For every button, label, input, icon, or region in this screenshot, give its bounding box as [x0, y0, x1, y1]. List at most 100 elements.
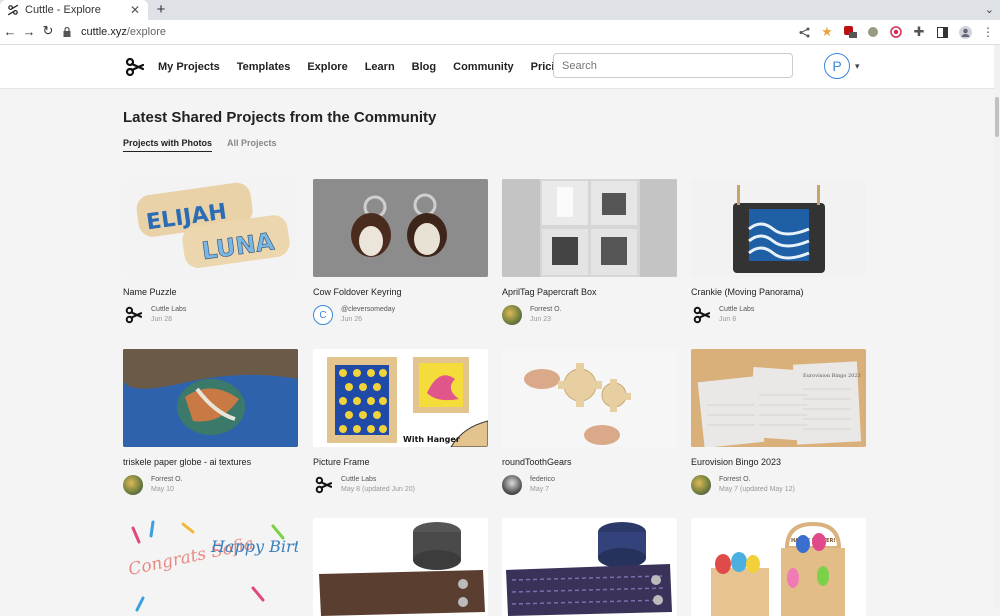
- thumb-text-with-hanger: With Hanger: [403, 435, 460, 444]
- extension-record-icon[interactable]: [888, 24, 904, 40]
- project-author[interactable]: @cleversomeday: [341, 305, 395, 315]
- filter-tabs: Projects with Photos All Projects: [123, 138, 292, 152]
- project-title[interactable]: AprilTag Papercraft Box: [502, 287, 677, 297]
- project-thumbnail[interactable]: Congrats Sofia Happy Birthday Sylvia: [123, 518, 298, 616]
- browser-tab[interactable]: Cuttle - Explore ✕: [0, 0, 148, 20]
- extension-badge-icon[interactable]: [842, 24, 858, 40]
- project-author[interactable]: Cuttle Labs: [341, 475, 415, 485]
- project-title[interactable]: Picture Frame: [313, 457, 488, 467]
- url-path: /explore: [126, 26, 166, 38]
- project-card[interactable]: HAPPY EASTER!: [691, 518, 866, 616]
- tab-all-projects[interactable]: All Projects: [227, 138, 277, 152]
- project-title[interactable]: roundToothGears: [502, 457, 677, 467]
- project-author[interactable]: Cuttle Labs: [719, 305, 754, 315]
- project-thumbnail[interactable]: [691, 179, 866, 277]
- project-title[interactable]: Cow Foldover Keyring: [313, 287, 488, 297]
- menu-kebab-icon[interactable]: ⋮: [980, 24, 996, 40]
- tab-projects-with-photos[interactable]: Projects with Photos: [123, 138, 213, 152]
- tab-search-chevron-icon[interactable]: ⌄: [985, 3, 994, 16]
- project-thumbnail[interactable]: [502, 518, 677, 616]
- nav-templates[interactable]: Templates: [237, 61, 291, 73]
- nav-explore[interactable]: Explore: [307, 61, 347, 73]
- user-avatar[interactable]: [123, 475, 143, 495]
- back-arrow-icon[interactable]: ←: [2, 23, 18, 39]
- bookmark-star-icon[interactable]: ★: [819, 24, 835, 40]
- user-avatar[interactable]: [691, 475, 711, 495]
- address-bar[interactable]: cuttle.xyz/explore: [63, 24, 166, 40]
- project-card[interactable]: Eurovision Bingo 2023 Eurovision Bingo 2…: [691, 349, 866, 495]
- cuttle-logo-icon[interactable]: [313, 475, 333, 495]
- project-card[interactable]: roundToothGears federico May 7: [502, 349, 677, 495]
- project-card[interactable]: Crankie (Moving Panorama) Cuttle Labs Jun…: [691, 179, 866, 325]
- forward-arrow-icon[interactable]: →: [21, 23, 37, 39]
- search-input[interactable]: [553, 53, 793, 78]
- project-thumbnail[interactable]: ELIJAH LUNA: [123, 179, 298, 277]
- project-date: Jun 28: [151, 316, 173, 323]
- project-card[interactable]: With Hanger Picture Frame Cuttle Labs May…: [313, 349, 488, 495]
- url-host: cuttle.xyz: [81, 26, 127, 38]
- chevron-down-icon[interactable]: ▾: [855, 61, 860, 72]
- user-avatar[interactable]: [502, 305, 522, 325]
- project-thumbnail[interactable]: Eurovision Bingo 2023: [691, 349, 866, 447]
- page-scrollbar[interactable]: [994, 45, 1000, 609]
- project-author[interactable]: Forrest O.: [719, 475, 795, 485]
- project-thumbnail[interactable]: [502, 349, 677, 447]
- project-author[interactable]: Forrest O.: [530, 305, 562, 315]
- project-date: Jun 23: [530, 316, 552, 323]
- nav-learn[interactable]: Learn: [365, 61, 395, 73]
- share-icon[interactable]: [796, 24, 812, 40]
- project-card[interactable]: ELIJAH LUNA Name Puzzle Cuttle Labs Jun 2…: [123, 179, 298, 325]
- cuttle-logo-icon[interactable]: [124, 57, 145, 77]
- close-tab-icon[interactable]: ✕: [128, 3, 142, 17]
- project-title[interactable]: Name Puzzle: [123, 287, 298, 297]
- project-thumbnail[interactable]: [123, 349, 298, 447]
- nav-community[interactable]: Community: [453, 61, 514, 73]
- new-tab-button[interactable]: +: [153, 2, 169, 18]
- profile-icon[interactable]: [957, 24, 973, 40]
- project-author[interactable]: federico: [530, 475, 555, 485]
- side-panel-icon[interactable]: [934, 24, 950, 40]
- reload-icon[interactable]: ↻: [40, 23, 56, 39]
- thumb-text-birthday: Happy Birthday Sylvia: [210, 537, 298, 556]
- project-date: May 8 (updated Jun 20): [341, 486, 415, 493]
- cuttle-logo-icon[interactable]: [691, 305, 711, 325]
- project-card[interactable]: Cow Foldover Keyring C @cleversomeday Jun…: [313, 179, 488, 325]
- project-thumbnail[interactable]: With Hanger: [313, 349, 488, 447]
- project-author[interactable]: Forrest O.: [151, 475, 183, 485]
- project-thumbnail[interactable]: HAPPY EASTER!: [691, 518, 866, 616]
- user-avatar[interactable]: C: [313, 305, 333, 325]
- tab-title: Cuttle - Explore: [25, 4, 101, 16]
- project-date: May 7: [530, 486, 550, 493]
- project-title[interactable]: Eurovision Bingo 2023: [691, 457, 866, 467]
- lock-icon: [63, 26, 73, 38]
- cuttle-favicon-icon: [7, 4, 19, 16]
- project-date: Jun 8: [719, 316, 737, 323]
- project-author[interactable]: Cuttle Labs: [151, 305, 186, 315]
- project-card[interactable]: Congrats Sofia Happy Birthday Sylvia: [123, 518, 298, 616]
- cuttle-logo-icon[interactable]: [123, 305, 143, 325]
- thumb-text-bingo: Eurovision Bingo 2023: [803, 373, 861, 379]
- user-avatar[interactable]: [502, 475, 522, 495]
- project-date: Jun 26: [341, 316, 363, 323]
- extension-circle-icon[interactable]: [865, 24, 881, 40]
- project-card[interactable]: [502, 518, 677, 616]
- nav-my-projects[interactable]: My Projects: [158, 61, 220, 73]
- project-date: May 10: [151, 486, 174, 493]
- browser-tabbar: Cuttle - Explore ✕ + ⌄: [0, 0, 1000, 20]
- project-card[interactable]: triskele paper globe - ai textures Forre…: [123, 349, 298, 495]
- project-title[interactable]: Crankie (Moving Panorama): [691, 287, 866, 297]
- project-thumbnail[interactable]: [313, 518, 488, 616]
- site-header: My Projects Templates Explore Learn Blog…: [0, 45, 1000, 89]
- main-nav: My Projects Templates Explore Learn Blog…: [158, 45, 585, 88]
- scrollbar-thumb[interactable]: [995, 97, 999, 137]
- project-date: May 7 (updated May 12): [719, 486, 795, 493]
- nav-blog[interactable]: Blog: [412, 61, 436, 73]
- extensions-puzzle-icon[interactable]: ✚: [911, 24, 927, 40]
- project-thumbnail[interactable]: [313, 179, 488, 277]
- project-title[interactable]: triskele paper globe - ai textures: [123, 457, 298, 467]
- page-title: Latest Shared Projects from the Communit…: [123, 109, 437, 126]
- project-card[interactable]: [313, 518, 488, 616]
- project-card[interactable]: AprilTag Papercraft Box Forrest O. Jun 23: [502, 179, 677, 325]
- project-thumbnail[interactable]: [502, 179, 677, 277]
- user-avatar[interactable]: P: [824, 53, 850, 79]
